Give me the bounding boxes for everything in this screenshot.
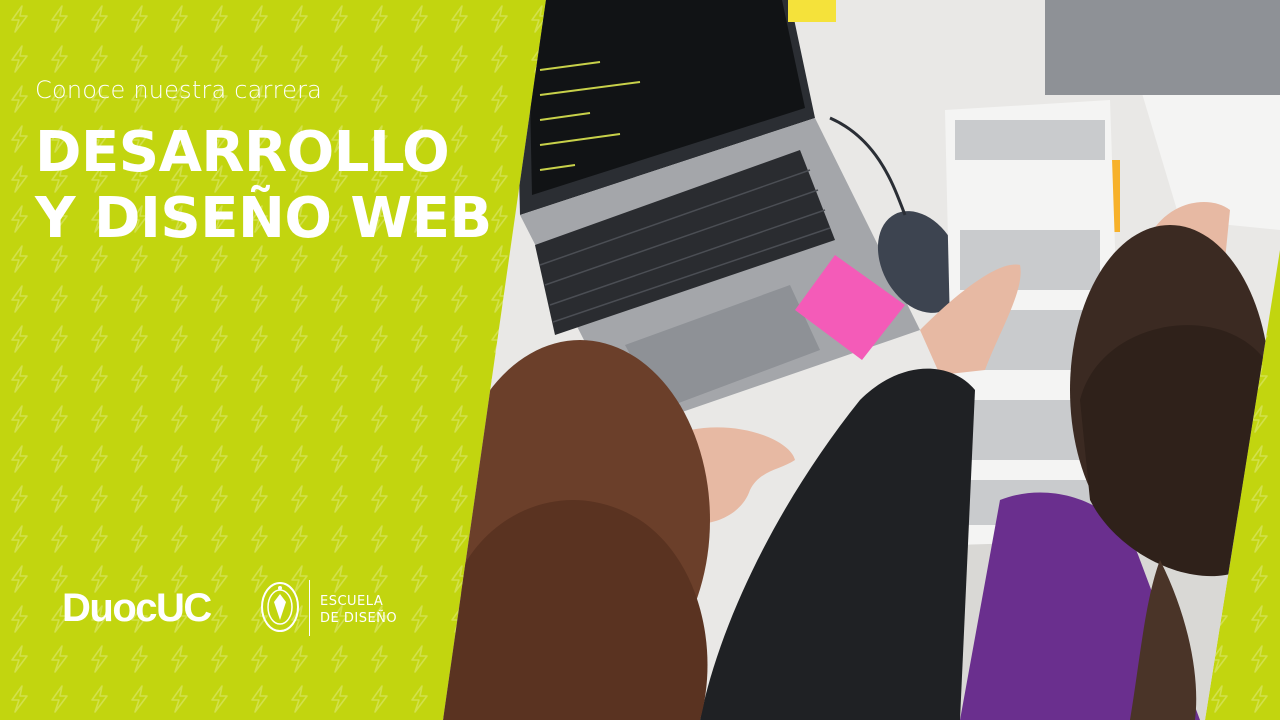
- hero-title-line-1: DESARROLLO: [35, 120, 450, 185]
- school-name-line-2: DE DISEÑO: [320, 611, 398, 626]
- school-name-line-1: ESCUELA: [320, 594, 384, 609]
- university-seal-icon: [261, 582, 299, 632]
- hero-subtitle: Conoce nuestra carrera: [35, 76, 323, 104]
- hero-title: DESARROLLO Y DISEÑO WEB: [35, 120, 492, 252]
- duocuc-logo: DuocUC ESCUELA DE DISEÑO: [62, 578, 402, 638]
- logo-divider: [309, 580, 310, 636]
- school-name: ESCUELA DE DISEÑO: [320, 593, 397, 627]
- hero-title-line-2: Y DISEÑO WEB: [35, 186, 492, 251]
- brand-wordmark: DuocUC: [62, 586, 212, 630]
